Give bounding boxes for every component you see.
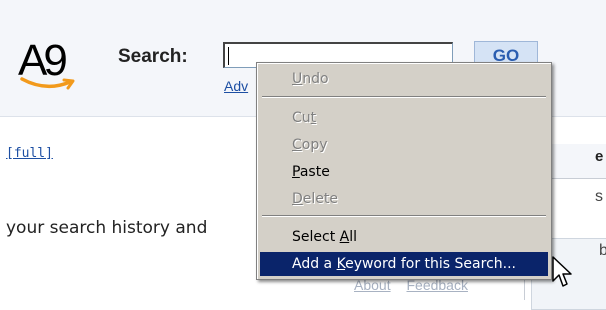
menu-item-label: Copy bbox=[292, 137, 328, 153]
mouse-pointer-icon bbox=[552, 256, 572, 287]
menu-item-label: Cut bbox=[292, 110, 317, 126]
context-menu: Undo Cut Copy Paste Delete Select All Ad… bbox=[256, 62, 552, 280]
menu-item-label: Paste bbox=[292, 164, 330, 180]
menu-item-paste[interactable]: Paste bbox=[260, 160, 548, 184]
menu-item-delete[interactable]: Delete bbox=[260, 187, 548, 211]
menu-separator bbox=[262, 96, 546, 98]
menu-item-label: Add a Keyword for this Search... bbox=[292, 256, 516, 272]
right-panel-box-fragment: bo bbox=[599, 242, 606, 259]
search-label: Search: bbox=[118, 46, 188, 67]
menu-item-label: Select All bbox=[292, 229, 357, 245]
menu-item-undo[interactable]: Undo bbox=[260, 67, 548, 91]
menu-separator bbox=[262, 215, 546, 217]
menu-item-cut[interactable]: Cut bbox=[260, 106, 548, 130]
advanced-search-link[interactable]: Adv bbox=[224, 78, 248, 94]
text-caret bbox=[228, 47, 229, 65]
right-panel-header-fragment: e bbox=[595, 148, 604, 165]
full-link[interactable]: [full] bbox=[6, 146, 53, 161]
amazon-smile-icon bbox=[20, 77, 75, 90]
menu-item-label: Delete bbox=[292, 191, 338, 207]
menu-item-select-all[interactable]: Select All bbox=[260, 225, 548, 249]
a9-logo[interactable]: A9 bbox=[18, 36, 98, 106]
menu-item-copy[interactable]: Copy bbox=[260, 133, 548, 157]
menu-item-add-keyword[interactable]: Add a Keyword for this Search... bbox=[260, 252, 548, 276]
menu-item-label: Undo bbox=[292, 71, 329, 87]
right-panel-text-fragment: s bbox=[595, 188, 603, 205]
search-history-text: your search history and bbox=[6, 218, 208, 238]
